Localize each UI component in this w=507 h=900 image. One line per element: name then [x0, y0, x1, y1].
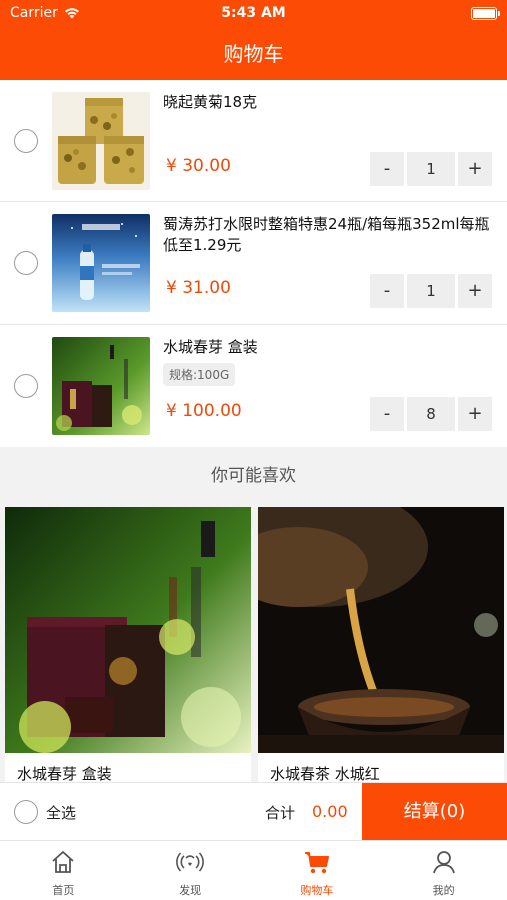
item-checkbox[interactable] — [14, 374, 38, 398]
status-time: 5:43 AM — [221, 5, 286, 21]
quantity-value[interactable]: 1 — [407, 274, 455, 308]
quantity-value[interactable]: 1 — [407, 152, 455, 186]
cart-summary-bar: 全选 合计 0.00 结算(0) — [0, 782, 507, 841]
tab-bar: 首页 发现 购物车 我的 — [0, 840, 507, 900]
quantity-value[interactable]: 8 — [407, 397, 455, 431]
header: Carrier 5:43 AM 购物车 — [0, 0, 507, 80]
recommend-title: 水城春芽 盒装 — [17, 765, 112, 783]
item-checkbox[interactable] — [14, 129, 38, 153]
decrement-button[interactable]: - — [370, 274, 404, 308]
select-all-label[interactable]: 全选 — [46, 802, 76, 823]
cart-item: 蜀涛苏打水限时整箱特惠24瓶/箱每瓶352ml每瓶低至1.29元 ¥ 31.00… — [0, 202, 507, 324]
status-bar: Carrier 5:43 AM — [0, 0, 507, 26]
item-checkbox[interactable] — [14, 251, 38, 275]
product-spec-tag: 规格:100G — [163, 363, 236, 386]
product-price: ¥ 30.00 — [166, 156, 231, 176]
increment-button[interactable]: + — [458, 397, 492, 431]
tab-label: 购物车 — [300, 884, 334, 897]
product-image[interactable] — [52, 92, 150, 190]
recommend-heading: 你可能喜欢 — [211, 466, 296, 486]
quantity-stepper: - 1 + — [370, 152, 495, 186]
battery-icon — [471, 7, 500, 20]
product-name: 水城春芽 盒装 — [163, 338, 258, 356]
recommend-title: 水城春茶 水城红 — [270, 765, 380, 783]
total-value: 0.00 — [312, 802, 348, 821]
recommend-image[interactable] — [258, 507, 504, 753]
broadcast-icon — [176, 852, 204, 872]
increment-button[interactable]: + — [458, 152, 492, 186]
app-root: Carrier 5:43 AM 购物车 晓起黄菊18克 ¥ 30.00 - 1 … — [0, 0, 507, 900]
total-label: 合计 — [265, 804, 296, 822]
recommend-card[interactable]: 水城春芽 盒装 — [5, 507, 251, 797]
recommend-image[interactable] — [5, 507, 251, 753]
user-icon — [432, 851, 455, 874]
tab-discover[interactable]: 发现 — [127, 841, 254, 900]
increment-button[interactable]: + — [458, 274, 492, 308]
tab-label: 首页 — [52, 884, 75, 897]
decrement-button[interactable]: - — [370, 397, 404, 431]
home-icon — [52, 851, 74, 873]
product-name: 晓起黄菊18克 — [163, 93, 258, 111]
cart-item: 晓起黄菊18克 ¥ 30.00 - 1 + — [0, 80, 507, 202]
tab-label: 发现 — [179, 884, 202, 897]
cart-item: 水城春芽 盒装 规格:100G ¥ 100.00 - 8 + — [0, 325, 507, 447]
tab-cart[interactable]: 购物车 — [254, 841, 381, 900]
checkout-button[interactable]: 结算(0) — [362, 783, 507, 841]
decrement-button[interactable]: - — [370, 152, 404, 186]
tab-profile[interactable]: 我的 — [380, 841, 507, 900]
quantity-stepper: - 8 + — [370, 397, 495, 431]
page-title: 购物车 — [223, 42, 284, 66]
product-price: ¥ 100.00 — [166, 401, 242, 421]
select-all-checkbox[interactable] — [14, 800, 38, 824]
product-image[interactable] — [52, 337, 150, 435]
product-name: 蜀涛苏打水限时整箱特惠24瓶/箱每瓶352ml每瓶低至1.29元 — [163, 215, 490, 254]
recommend-card[interactable]: 水城春茶 水城红 — [258, 507, 504, 797]
tab-label: 我的 — [432, 884, 455, 897]
tab-home[interactable]: 首页 — [0, 841, 127, 900]
cart-icon — [304, 852, 329, 874]
quantity-stepper: - 1 + — [370, 274, 495, 308]
product-price: ¥ 31.00 — [166, 278, 231, 298]
product-image[interactable] — [52, 214, 150, 312]
